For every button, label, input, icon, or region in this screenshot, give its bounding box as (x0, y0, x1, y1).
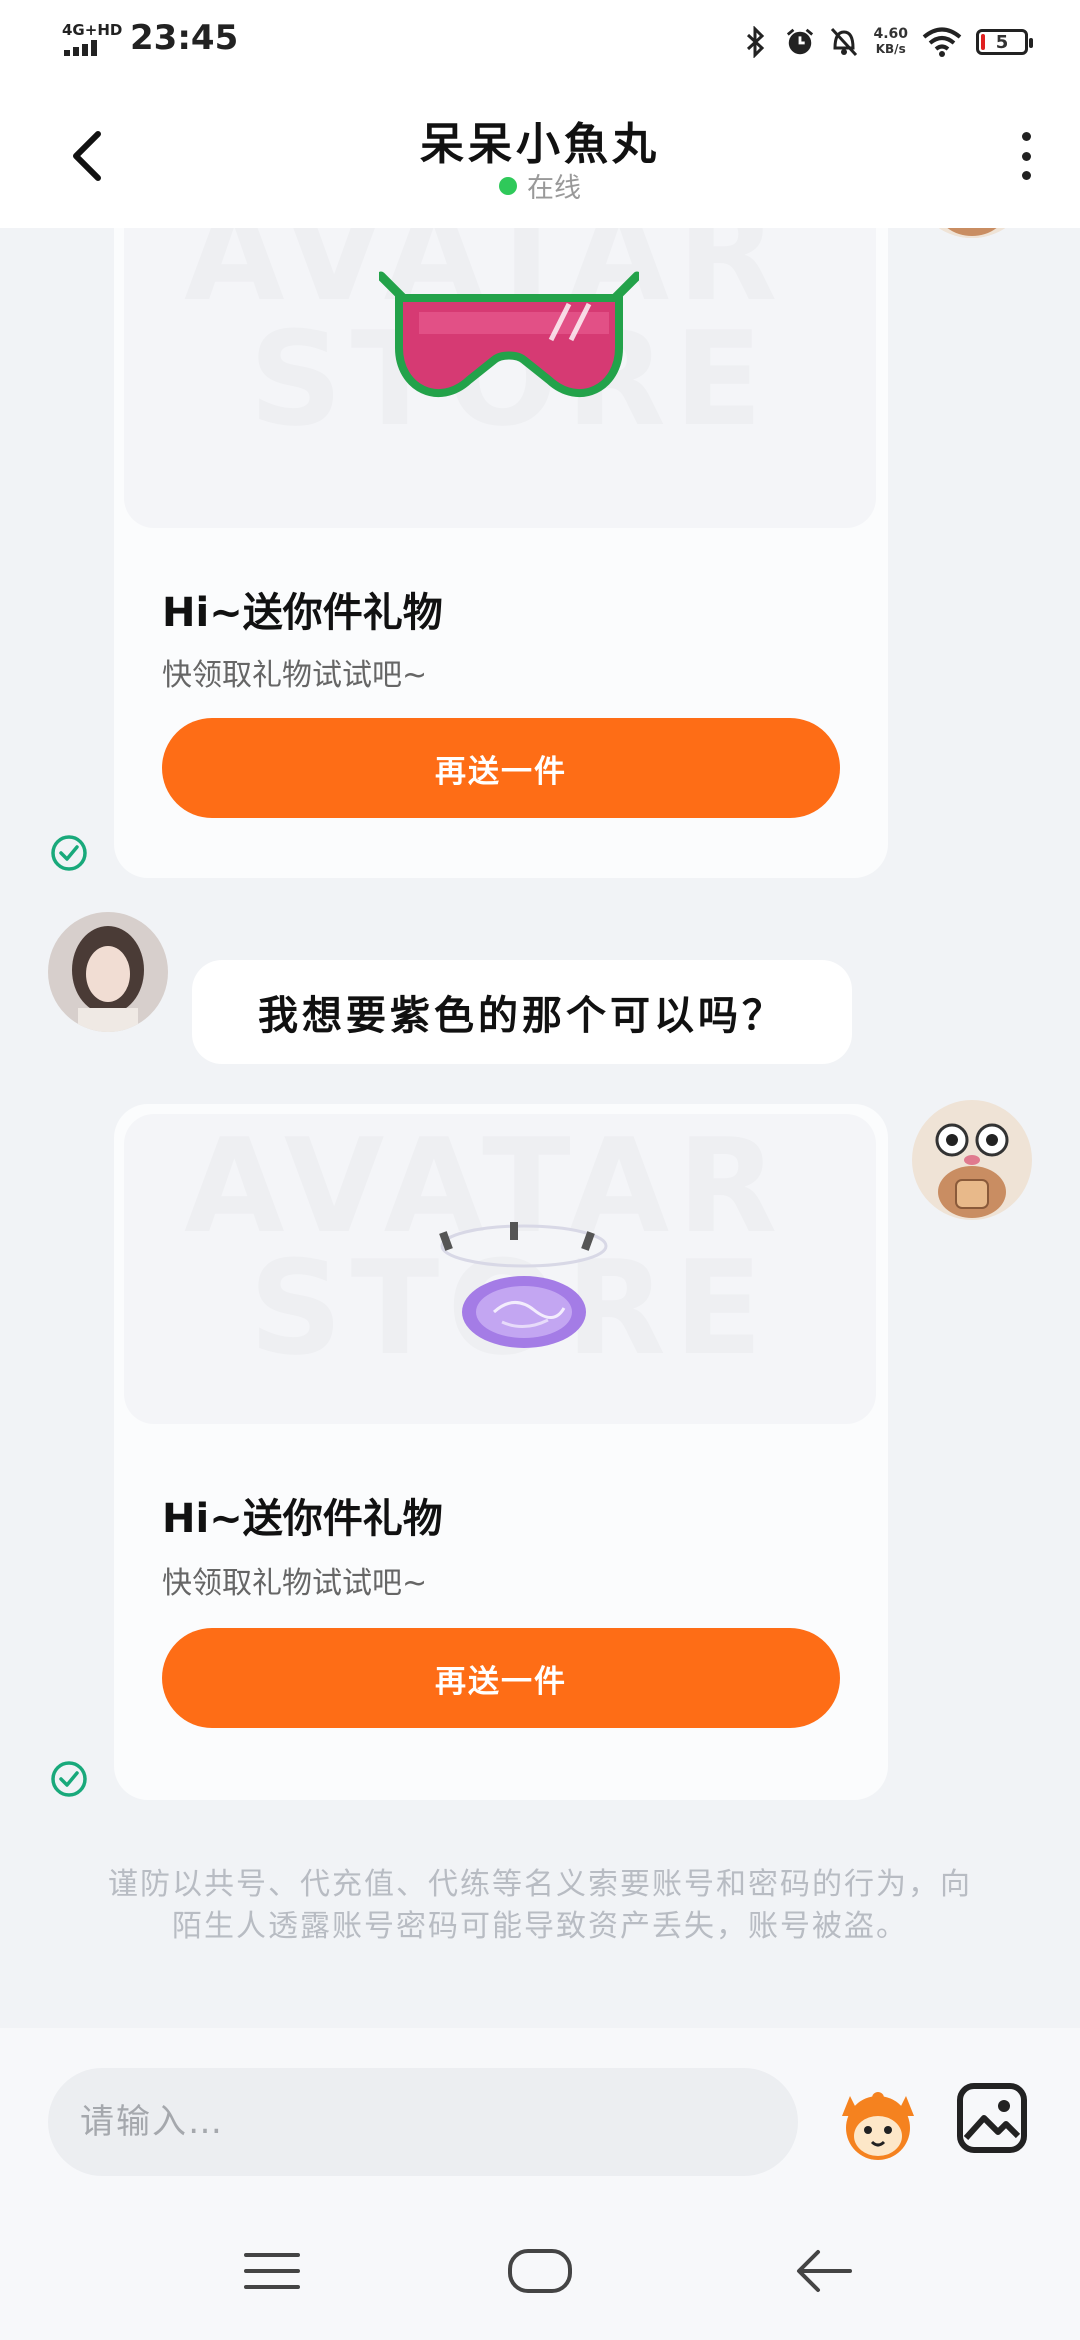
message-bubble[interactable]: 我想要紫色的那个可以吗？ (192, 960, 852, 1064)
gift-image: AVATAR STORE (124, 228, 876, 528)
speed-unit: KB/s (875, 42, 906, 56)
network-speed: 4.60 KB/s (873, 27, 908, 57)
wifi-icon (922, 25, 962, 59)
online-dot-icon (499, 176, 517, 195)
sunglasses-icon (379, 271, 639, 398)
gift-subtitle: 快领取礼物试试吧~ (162, 1566, 428, 1601)
bluetooth-icon (741, 25, 771, 59)
chat-messages[interactable]: AVATAR STORE Hi~送你件礼物 快领取礼物试试吧~ 再送一件 (0, 228, 1080, 2028)
alarm-icon (785, 25, 815, 59)
signal-icon (64, 40, 97, 56)
image-icon (957, 2083, 1027, 2153)
purple-halo-icon (439, 1222, 608, 1348)
read-check-icon (51, 1761, 87, 1797)
status-bar: 4G+HD 23:45 4.60 KB/s 5 (0, 0, 1080, 78)
online-label: 在线 (527, 173, 581, 204)
menu-icon (244, 2253, 300, 2289)
send-another-button[interactable]: 再送一件 (162, 1628, 840, 1728)
emoji-button[interactable] (832, 2076, 924, 2168)
network-type: 4G+HD (62, 21, 123, 39)
chat-header: 呆呆小魚丸 在线 (0, 78, 1080, 228)
back-arrow-icon (797, 2250, 852, 2292)
image-button[interactable] (954, 2080, 1030, 2156)
online-status: 在线 (0, 166, 1080, 205)
mute-icon (829, 25, 859, 59)
gift-image: AVATAR STORE (124, 1114, 876, 1424)
partner-avatar[interactable] (912, 1100, 1032, 1220)
mascot-emoji-icon (842, 2092, 914, 2160)
security-warning: 谨防以共号、代充值、代练等名义索要账号和密码的行为，向陌生人透露账号密码可能导致… (108, 1867, 972, 1944)
nav-back-button[interactable] (784, 2236, 864, 2306)
speed-value: 4.60 (873, 26, 908, 42)
status-icons: 4.60 KB/s 5 (741, 22, 1033, 62)
gift-title: Hi~送你件礼物 (162, 590, 443, 636)
contact-name: 呆呆小魚丸 (420, 119, 660, 170)
battery-icon: 5 (976, 29, 1033, 55)
home-button[interactable] (500, 2236, 580, 2306)
my-avatar[interactable] (48, 912, 168, 1032)
home-icon (508, 2249, 572, 2293)
message-input[interactable] (48, 2068, 798, 2176)
gift-title: Hi~送你件礼物 (162, 1496, 443, 1542)
menu-button[interactable] (232, 2236, 312, 2306)
battery-level: 5 (995, 31, 1009, 53)
gift-card: AVATAR STORE Hi~送你件礼物 快领取礼物试试吧~ 再送一件 (114, 228, 888, 878)
gift-card: AVATAR STORE Hi~送你件礼物 快领取礼物试试吧~ 再送一件 (114, 1104, 888, 1800)
more-options-button[interactable] (1006, 124, 1046, 188)
cat-avatar-icon (912, 228, 1032, 238)
send-another-button[interactable]: 再送一件 (162, 718, 840, 818)
read-check-icon (51, 835, 87, 871)
cat-avatar-icon (912, 1100, 1032, 1220)
system-nav-bar (0, 2202, 1080, 2340)
partner-avatar[interactable] (912, 228, 1032, 238)
input-bar (0, 2028, 1080, 2202)
clock: 23:45 (130, 18, 239, 58)
user-photo-icon (48, 912, 168, 1032)
gift-subtitle: 快领取礼物试试吧~ (162, 658, 428, 693)
